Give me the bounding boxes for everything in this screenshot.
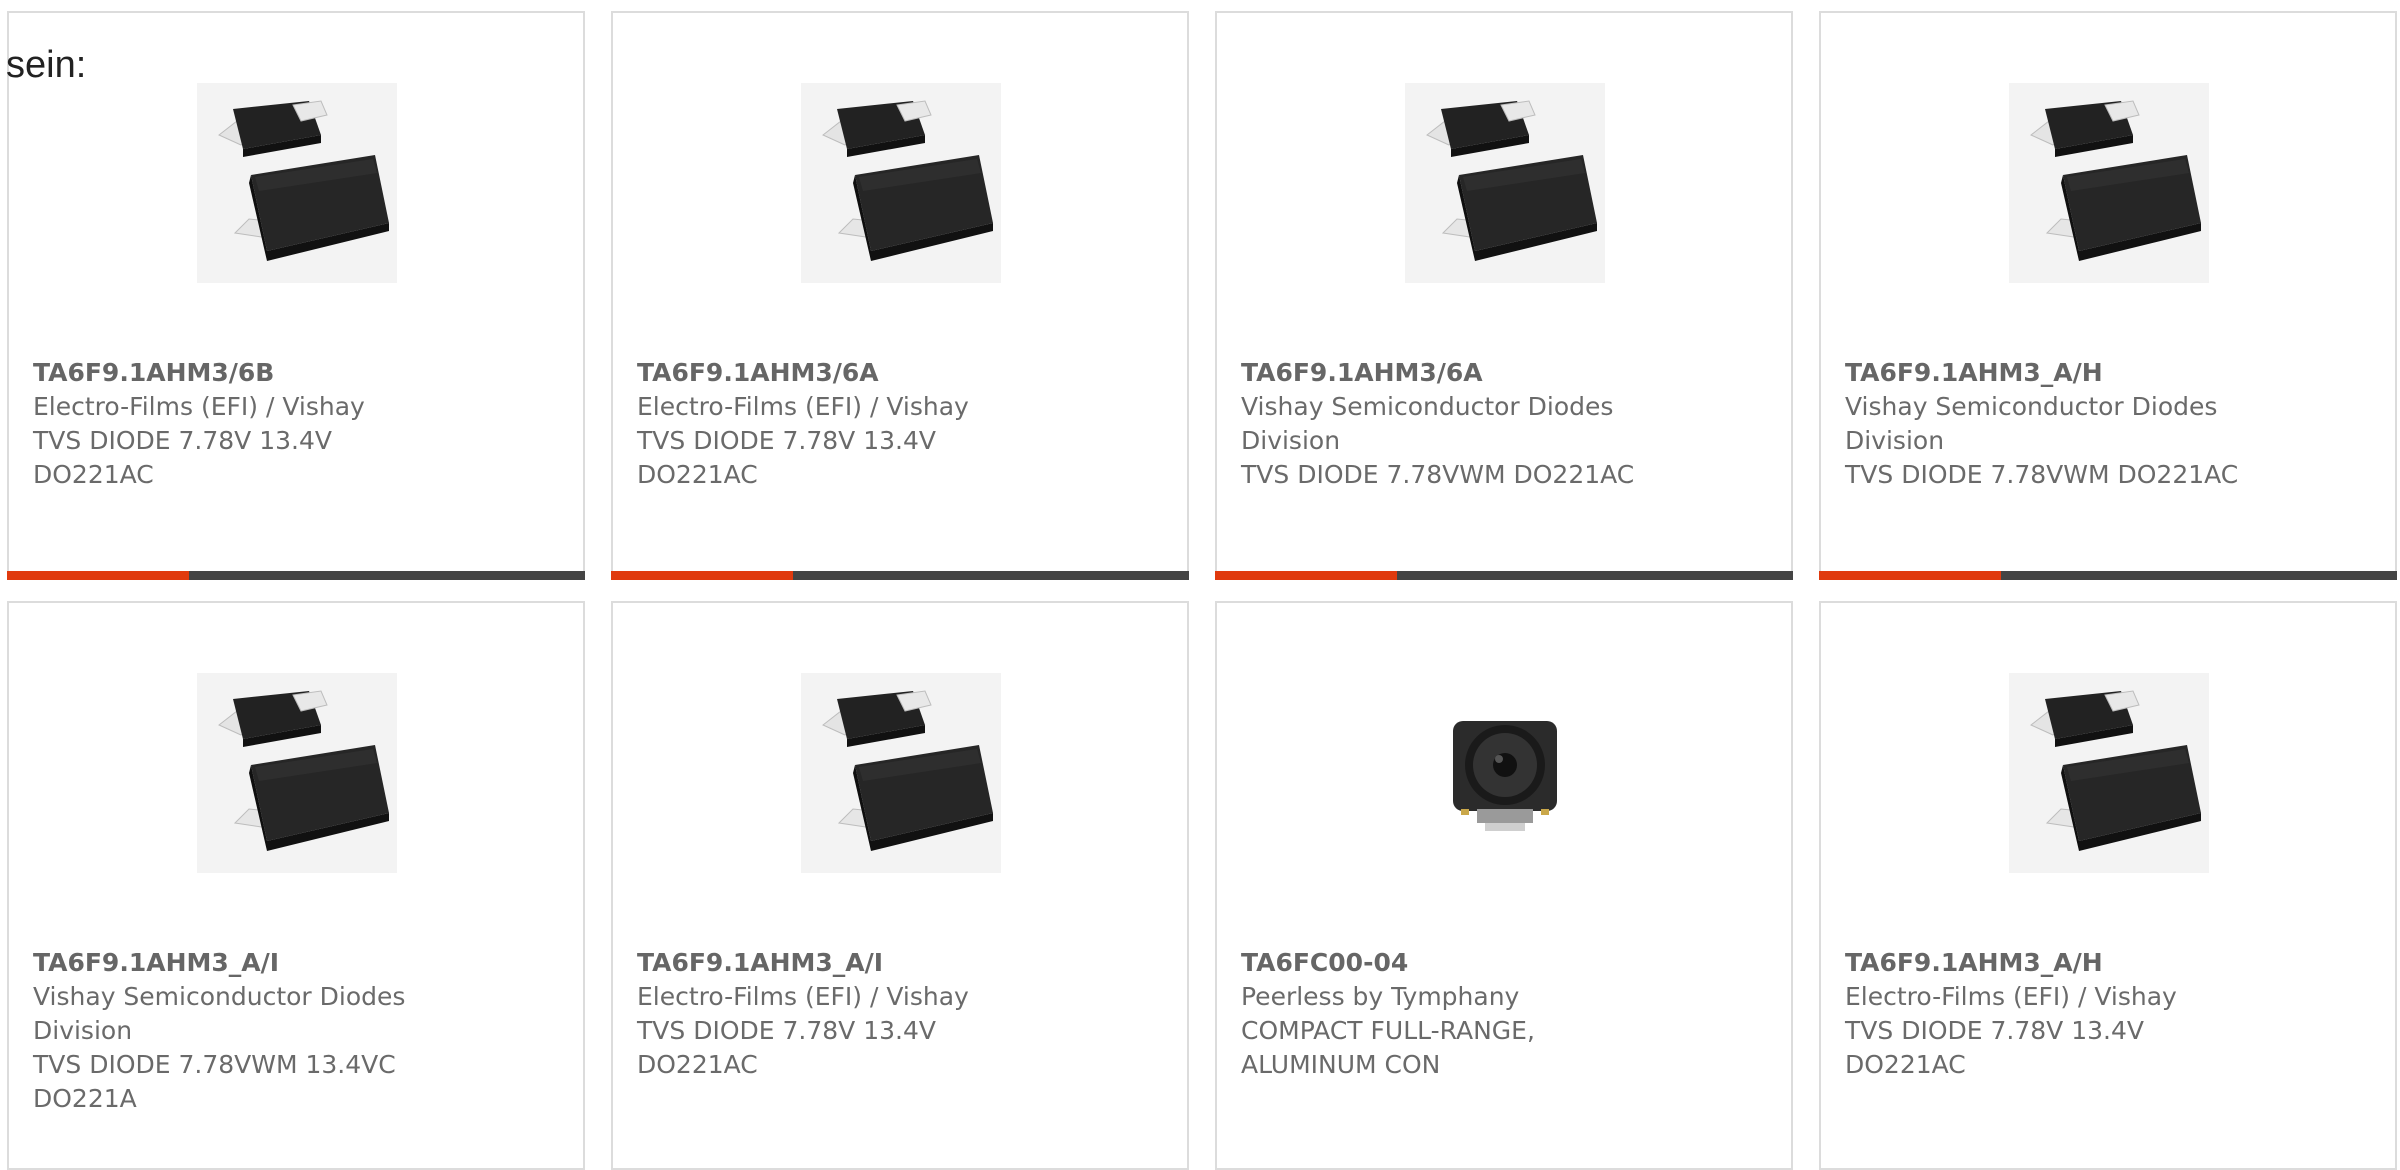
description: TVS DIODE 7.78V 13.4V DO221AC — [1845, 1016, 2144, 1079]
part-number-link[interactable]: TA6F9.1AHM3/6B — [33, 356, 453, 390]
manufacturer: Electro-Films (EFI) / Vishay — [637, 392, 969, 421]
product-card[interactable]: TA6F9.1AHM3_A/H Electro-Films (EFI) / Vi… — [1819, 601, 2397, 1170]
product-info: TA6F9.1AHM3_A/I Vishay Semiconductor Dio… — [33, 946, 453, 1116]
product-info: TA6F9.1AHM3/6A Vishay Semiconductor Diod… — [1241, 356, 1661, 492]
product-card[interactable]: TA6F9.1AHM3/6B Electro-Films (EFI) / Vis… — [7, 11, 585, 580]
diode-package-icon[interactable] — [197, 673, 397, 873]
description: TVS DIODE 7.78VWM 13.4VC DO221A — [33, 1050, 396, 1113]
product-card[interactable]: TA6F9.1AHM3_A/I Electro-Films (EFI) / Vi… — [611, 601, 1189, 1170]
product-card[interactable]: TA6F9.1AHM3_A/I Vishay Semiconductor Dio… — [7, 601, 585, 1170]
manufacturer: Vishay Semiconductor Diodes Division — [1845, 392, 2218, 455]
part-number-link[interactable]: TA6F9.1AHM3_A/H — [1845, 946, 2265, 980]
part-number-link[interactable]: TA6F9.1AHM3_A/I — [33, 946, 453, 980]
product-info: TA6FC00-04 Peerless by Tymphany COMPACT … — [1241, 946, 1661, 1082]
diode-package-icon[interactable] — [2009, 83, 2209, 283]
diode-package-icon[interactable] — [2009, 673, 2209, 873]
intro-text: sein: — [6, 44, 87, 86]
manufacturer: Electro-Films (EFI) / Vishay — [637, 982, 969, 1011]
description: TVS DIODE 7.78V 13.4V DO221AC — [637, 426, 936, 489]
product-info: TA6F9.1AHM3/6B Electro-Films (EFI) / Vis… — [33, 356, 453, 492]
part-number-link[interactable]: TA6F9.1AHM3/6A — [1241, 356, 1661, 390]
diode-package-icon[interactable] — [801, 673, 1001, 873]
product-info: TA6F9.1AHM3/6A Electro-Films (EFI) / Vis… — [637, 356, 1057, 492]
manufacturer: Electro-Films (EFI) / Vishay — [33, 392, 365, 421]
part-number-link[interactable]: TA6F9.1AHM3_A/I — [637, 946, 1057, 980]
description: TVS DIODE 7.78VWM DO221AC — [1845, 460, 2239, 489]
description: COMPACT FULL-RANGE, ALUMINUM CON — [1241, 1016, 1535, 1079]
description: TVS DIODE 7.78V 13.4V DO221AC — [33, 426, 332, 489]
description: TVS DIODE 7.78V 13.4V DO221AC — [637, 1016, 936, 1079]
diode-package-icon[interactable] — [197, 83, 397, 283]
product-card[interactable]: TA6F9.1AHM3/6A Electro-Films (EFI) / Vis… — [611, 11, 1189, 580]
manufacturer: Vishay Semiconductor Diodes Division — [33, 982, 406, 1045]
card-accent-bar — [611, 571, 1189, 580]
product-info: TA6F9.1AHM3_A/H Electro-Films (EFI) / Vi… — [1845, 946, 2265, 1082]
manufacturer: Vishay Semiconductor Diodes Division — [1241, 392, 1614, 455]
part-number-link[interactable]: TA6F9.1AHM3_A/H — [1845, 356, 2265, 390]
diode-package-icon[interactable] — [1405, 83, 1605, 283]
diode-package-icon[interactable] — [801, 83, 1001, 283]
manufacturer: Peerless by Tymphany — [1241, 982, 1520, 1011]
part-number-link[interactable]: TA6FC00-04 — [1241, 946, 1661, 980]
product-card[interactable]: TA6FC00-04 Peerless by Tymphany COMPACT … — [1215, 601, 1793, 1170]
product-info: TA6F9.1AHM3_A/I Electro-Films (EFI) / Vi… — [637, 946, 1057, 1082]
product-info: TA6F9.1AHM3_A/H Vishay Semiconductor Dio… — [1845, 356, 2265, 492]
description: TVS DIODE 7.78VWM DO221AC — [1241, 460, 1635, 489]
product-card[interactable]: TA6F9.1AHM3_A/H Vishay Semiconductor Dio… — [1819, 11, 2397, 580]
card-accent-bar — [1819, 571, 2397, 580]
card-accent-bar — [7, 571, 585, 580]
card-accent-bar — [1215, 571, 1793, 580]
part-number-link[interactable]: TA6F9.1AHM3/6A — [637, 356, 1057, 390]
speaker-driver-icon[interactable] — [1405, 673, 1605, 873]
product-card[interactable]: TA6F9.1AHM3/6A Vishay Semiconductor Diod… — [1215, 11, 1793, 580]
manufacturer: Electro-Films (EFI) / Vishay — [1845, 982, 2177, 1011]
